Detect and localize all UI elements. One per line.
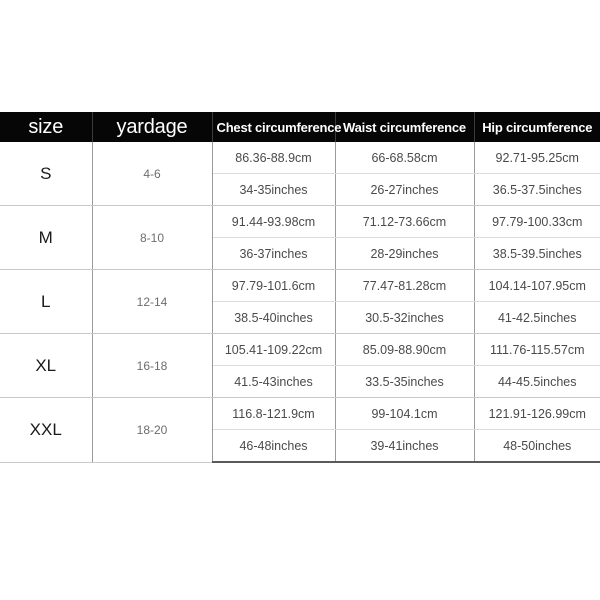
cell-waist-inches: 26-27inches [335,173,475,206]
table-row: L 12-14 97.79-101.6cm 77.47-81.28cm 104.… [0,269,600,334]
cell-chest-cm: 116.8-121.9cm [212,397,336,430]
cell-chest-inches: 34-35inches [212,173,336,206]
cell-chest-inches: 38.5-40inches [212,301,336,334]
column-header-chest: Chest circumference [212,112,342,142]
cell-waist-cm: 99-104.1cm [335,397,475,430]
cell-hip-cm: 104.14-107.95cm [474,269,600,302]
cell-size: L [0,269,93,334]
cell-yardage: 12-14 [92,269,213,334]
cell-chest-cm: 91.44-93.98cm [212,205,336,238]
table-body: S 4-6 86.36-88.9cm 66-68.58cm 92.71-95.2… [0,142,600,463]
column-header-hip: Hip circumference [474,112,600,142]
cell-hip-inches: 44-45.5inches [474,365,600,398]
cell-chest-inches: 46-48inches [212,429,336,463]
cell-hip-cm: 97.79-100.33cm [474,205,600,238]
cell-size: XL [0,333,93,398]
cell-hip-cm: 111.76-115.57cm [474,333,600,366]
table-row: S 4-6 86.36-88.9cm 66-68.58cm 92.71-95.2… [0,142,600,206]
header-row: size yardage Chest circumference Waist c… [0,112,600,142]
cell-hip-inches: 38.5-39.5inches [474,237,600,270]
cell-hip-cm: 121.91-126.99cm [474,397,600,430]
table-header: size yardage Chest circumference Waist c… [0,112,600,142]
table-row: XXL 18-20 116.8-121.9cm 99-104.1cm 121.9… [0,397,600,463]
cell-waist-inches: 33.5-35inches [335,365,475,398]
size-chart-page: size yardage Chest circumference Waist c… [0,0,600,600]
cell-size: S [0,142,93,206]
table-row: XL 16-18 105.41-109.22cm 85.09-88.90cm 1… [0,333,600,398]
column-header-yardage: yardage [92,112,213,142]
size-chart-table: size yardage Chest circumference Waist c… [0,112,600,463]
cell-yardage: 8-10 [92,205,213,270]
cell-chest-cm: 86.36-88.9cm [212,142,336,174]
cell-chest-cm: 105.41-109.22cm [212,333,336,366]
cell-yardage: 18-20 [92,397,213,463]
column-header-waist: Waist circumference [335,112,475,142]
cell-chest-inches: 41.5-43inches [212,365,336,398]
cell-waist-cm: 66-68.58cm [335,142,475,174]
cell-waist-inches: 30.5-32inches [335,301,475,334]
cell-hip-inches: 36.5-37.5inches [474,173,600,206]
cell-waist-cm: 77.47-81.28cm [335,269,475,302]
cell-waist-inches: 39-41inches [335,429,475,463]
cell-yardage: 4-6 [92,142,213,206]
cell-hip-cm: 92.71-95.25cm [474,142,600,174]
cell-size: M [0,205,93,270]
cell-chest-inches: 36-37inches [212,237,336,270]
cell-hip-inches: 41-42.5inches [474,301,600,334]
table-row: M 8-10 91.44-93.98cm 71.12-73.66cm 97.79… [0,205,600,270]
cell-size: XXL [0,397,93,463]
column-header-size: size [0,112,93,142]
cell-yardage: 16-18 [92,333,213,398]
cell-waist-cm: 71.12-73.66cm [335,205,475,238]
cell-hip-inches: 48-50inches [474,429,600,463]
cell-chest-cm: 97.79-101.6cm [212,269,336,302]
cell-waist-cm: 85.09-88.90cm [335,333,475,366]
cell-waist-inches: 28-29inches [335,237,475,270]
